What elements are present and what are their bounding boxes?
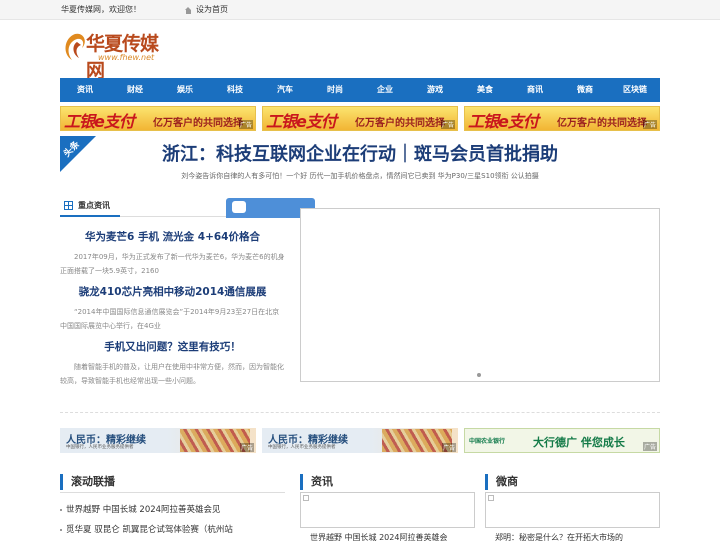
welcome-text: 华夏传媒网，欢迎您！ bbox=[61, 5, 141, 14]
section-wechat: 微商 郑明：秘密是什么？在开拓大市场的 bbox=[485, 474, 660, 542]
main-nav: 资讯 财经 娱乐 科技 汽车 时尚 企业 游戏 美食 商讯 微商 区块链 bbox=[60, 78, 660, 102]
banner-title: 大行德广 伴您成长 bbox=[533, 436, 625, 449]
nav-item[interactable]: 娱乐 bbox=[160, 78, 210, 102]
banner-slogan: 亿万客户的共同选择 bbox=[153, 118, 243, 129]
nav-item[interactable]: 商讯 bbox=[510, 78, 560, 102]
set-home-label: 设为首页 bbox=[196, 5, 228, 14]
nav-item[interactable]: 区块链 bbox=[610, 78, 660, 102]
slider-dot[interactable] bbox=[477, 373, 481, 377]
banner-slogan: 亿万客户的共同选择 bbox=[557, 118, 647, 129]
section-news: 资讯 世界越野 中国长城 2024阿拉善英雄会 bbox=[300, 474, 475, 542]
ad-label: 广告 bbox=[238, 120, 253, 129]
divider bbox=[60, 492, 285, 493]
news-summary: 随着智能手机的普及，让用户在使用中非常方便，然而，因为智能化较高，导致智能手机也… bbox=[60, 363, 284, 385]
section-title: 资讯 bbox=[300, 474, 475, 490]
nav-item[interactable]: 汽车 bbox=[260, 78, 310, 102]
grid-icon bbox=[64, 200, 73, 210]
image-slider[interactable] bbox=[300, 208, 660, 382]
ad-label: 广告 bbox=[642, 120, 657, 129]
set-home-link[interactable]: 设为首页 bbox=[185, 0, 228, 20]
mid-ad-banners: 人民币：精彩继续 中国银行，人民币业务服务提供者 广告 人民币：精彩继续 中国银… bbox=[60, 428, 660, 453]
ad-banner-boc[interactable]: 人民币：精彩继续 中国银行，人民币业务服务提供者 广告 bbox=[262, 428, 458, 453]
nav-item[interactable]: 时尚 bbox=[310, 78, 360, 102]
nav-item[interactable]: 资讯 bbox=[60, 78, 110, 102]
news-item: 华为麦芒6 手机 流光金 4+64价格合 2017年09月，华为正式发布了新一代… bbox=[60, 229, 285, 278]
home-icon bbox=[185, 6, 192, 14]
nav-item[interactable]: 游戏 bbox=[410, 78, 460, 102]
news-summary: 2017年09月，华为正式发布了新一代华为麦芒6，华为麦芒6的机身正面搭载了一块… bbox=[60, 253, 285, 275]
ad-banner-boc[interactable]: 人民币：精彩继续 中国银行，人民币业务服务提供者 广告 bbox=[60, 428, 256, 453]
ad-label: 广告 bbox=[642, 442, 657, 451]
section-title: 微商 bbox=[485, 474, 660, 490]
wechat-caption[interactable]: 郑明：秘密是什么？在开拓大市场的 bbox=[495, 532, 623, 543]
nav-item[interactable]: 微商 bbox=[560, 78, 610, 102]
news-item: 手机又出问题？这里有技巧！ 随着智能手机的普及，让用户在使用中非常方便，然而，因… bbox=[60, 339, 285, 388]
news-summary: “2014年中国国际信息通信展览会”于2014年9月23至27日在北京中国国际展… bbox=[60, 308, 280, 330]
list-item[interactable]: 世界越野 中国长城 2024阿拉善英雄会见 bbox=[60, 500, 285, 520]
banner-slogan: 亿万客户的共同选择 bbox=[355, 118, 445, 129]
bank-logo: 中国农业银行 bbox=[469, 438, 506, 445]
news-title[interactable]: 手机又出问题？这里有技巧！ bbox=[60, 339, 285, 354]
nav-item[interactable]: 美食 bbox=[460, 78, 510, 102]
banner-sub: 中国银行，人民币业务服务提供者 bbox=[66, 445, 134, 450]
section-title: 滚动联播 bbox=[60, 474, 285, 490]
nav-item[interactable]: 科技 bbox=[210, 78, 260, 102]
tab-focus-news[interactable]: 重点资讯 bbox=[60, 195, 120, 217]
rolling-news-list: 世界越野 中国长城 2024阿拉善英雄会见 觅华夏 驭昆仑 凯翼昆仑试驾体验赛（… bbox=[60, 500, 285, 540]
section-rolling-news: 滚动联播 世界越野 中国长城 2024阿拉善英雄会见 觅华夏 驭昆仑 凯翼昆仑试… bbox=[60, 474, 285, 540]
nav-item[interactable]: 财经 bbox=[110, 78, 160, 102]
banner-main: 工银e支付 bbox=[64, 112, 135, 131]
ad-banner-icbc[interactable]: 工银e支付 亿万客户的共同选择 广告 bbox=[60, 106, 256, 131]
divider bbox=[60, 412, 660, 413]
news-title[interactable]: 骁龙410芯片亮相中移动2014通信展展 bbox=[60, 284, 285, 299]
nav-item[interactable]: 企业 bbox=[360, 78, 410, 102]
ad-label: 广告 bbox=[239, 443, 254, 452]
top-ad-banners: 工银e支付 亿万客户的共同选择 广告 工银e支付 亿万客户的共同选择 广告 工银… bbox=[60, 106, 660, 131]
image-placeholder-icon bbox=[303, 495, 309, 501]
image-placeholder-icon bbox=[488, 495, 494, 501]
news-caption[interactable]: 世界越野 中国长城 2024阿拉善英雄会 bbox=[310, 532, 447, 543]
news-item: 骁龙410芯片亮相中移动2014通信展展 “2014年中国国际信息通信展览会”于… bbox=[60, 284, 285, 333]
ad-banner-icbc[interactable]: 工银e支付 亿万客户的共同选择 广告 bbox=[262, 106, 458, 131]
headline-sub-links[interactable]: 刘今姿告诉你自律的人有多可怕！一个好 历代一加手机价格盘点，情然间它已卖到 华为… bbox=[60, 171, 660, 181]
news-title[interactable]: 华为麦芒6 手机 流光金 4+64价格合 bbox=[60, 229, 285, 244]
banner-main: 工银e支付 bbox=[468, 112, 539, 131]
ad-label: 广告 bbox=[441, 443, 456, 452]
tab-label: 重点资讯 bbox=[78, 200, 110, 210]
ad-banner-icbc[interactable]: 工银e支付 亿万客户的共同选择 广告 bbox=[464, 106, 660, 131]
headline-title[interactable]: 浙江：科技互联网企业在行动｜斑马会员首批捐助 bbox=[60, 140, 660, 166]
logo-url: www.fhew.net bbox=[98, 53, 155, 62]
banner-sub: 中国银行，人民币业务服务提供者 bbox=[268, 445, 336, 450]
news-thumbnail[interactable] bbox=[300, 492, 475, 528]
focus-news-box: 重点资讯 华为麦芒6 手机 流光金 4+64价格合 2017年09月，华为正式发… bbox=[60, 195, 285, 395]
wechat-thumbnail[interactable] bbox=[485, 492, 660, 528]
ad-label: 广告 bbox=[440, 120, 455, 129]
ad-banner-abc[interactable]: 中国农业银行 大行德广 伴您成长 广告 bbox=[464, 428, 660, 453]
banner-main: 工银e支付 bbox=[266, 112, 337, 131]
site-logo[interactable]: 华夏传媒网 www.fhew.net bbox=[60, 27, 170, 82]
list-item[interactable]: 觅华夏 驭昆仑 凯翼昆仑试驾体验赛（杭州站 bbox=[60, 520, 285, 540]
top-bar: 华夏传媒网，欢迎您！ 设为首页 bbox=[0, 0, 720, 20]
